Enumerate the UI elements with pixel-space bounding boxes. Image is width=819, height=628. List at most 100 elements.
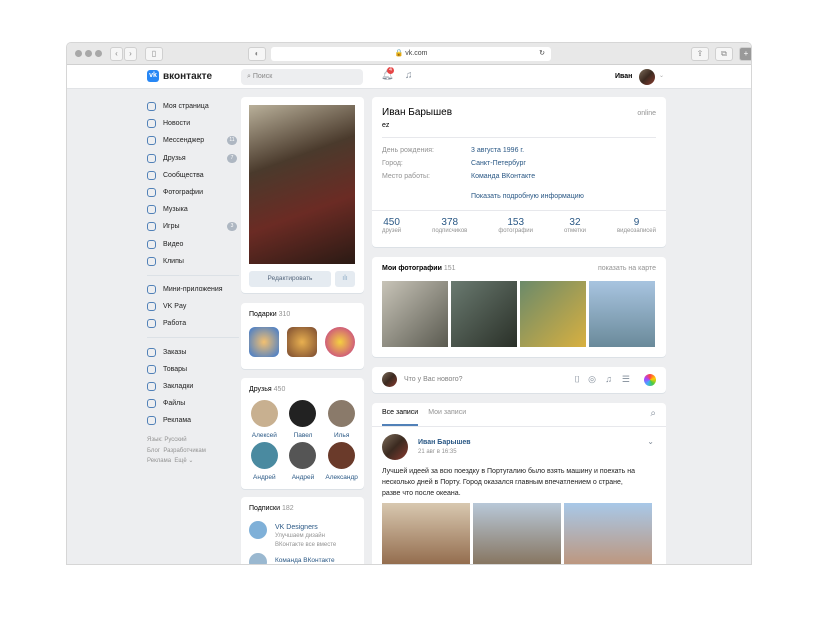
ads-link[interactable]: Реклама [147,458,171,464]
photo-thumbnail[interactable] [520,281,586,347]
profile-status[interactable]: ez [382,122,389,129]
chevron-down-icon[interactable]: ⌄ [647,437,654,446]
sidebar-item[interactable]: Новости [147,115,239,132]
friend-item[interactable]: Андрей [284,442,323,481]
search-input[interactable]: ⌕ Поиск [241,69,363,85]
post-photo[interactable] [473,503,561,564]
chevron-down-icon[interactable]: ⌄ [659,72,664,79]
developers-link[interactable]: Разработчикам [163,448,206,454]
share-icon[interactable]: ⇪ [691,47,709,61]
gift-image[interactable] [325,327,355,357]
friend-name: Илья [333,432,350,439]
post-photo[interactable] [382,503,470,564]
article-icon[interactable]: ☰ [622,374,630,385]
author-avatar[interactable] [382,434,408,460]
close-dot[interactable] [75,50,82,57]
search-icon[interactable]: ⌕ [650,408,656,419]
address-bar[interactable]: 🔒 vk.com ↻ [271,47,551,61]
sidebar-item[interactable]: Музыка [147,201,239,218]
post-photo[interactable] [564,503,652,564]
music-icon[interactable]: ♫ [405,70,413,81]
video-icon[interactable]: ◎ [588,374,596,385]
friend-item[interactable]: Андрей [245,442,284,481]
info-value[interactable]: 3 августа 1996 г. [471,147,524,160]
sidebar-item-count: 3 [227,222,237,232]
profile-photo[interactable] [249,105,355,264]
info-value[interactable]: Санкт-Петербург [471,160,526,173]
post-date[interactable]: 21 авг в 16:35 [418,449,457,455]
group-avatar[interactable] [249,553,267,564]
sidebar-item[interactable]: VK Pay [147,298,239,315]
friends-title[interactable]: Друзья [249,386,272,393]
music-icon[interactable]: ♫ [605,374,612,384]
sidebar-item[interactable]: Закладки [147,378,239,395]
friend-item[interactable]: Александр [322,442,361,481]
sidebar-item[interactable]: Товары [147,361,239,378]
back-icon[interactable]: ‹ [110,47,123,61]
show-more-info-link[interactable]: Показать подробную информацию [471,193,584,200]
forward-icon[interactable]: › [124,47,137,61]
privacy-icon[interactable]: ◐ [248,47,266,61]
sidebar-toggle-icon[interactable]: ▯ [145,47,163,61]
friend-avatar [289,400,317,427]
friend-item[interactable]: Илья [322,400,361,439]
friend-item[interactable]: Павел [284,400,323,439]
gift-image[interactable] [249,327,279,357]
profile-counter[interactable]: 153 фотографии [498,217,533,234]
camera-icon[interactable]: ⌷ [575,374,580,385]
edit-profile-button[interactable]: Редактировать [249,271,331,287]
subs-title[interactable]: Подписки [249,505,280,512]
sidebar-item[interactable]: Клипы [147,253,239,270]
post-author[interactable]: Иван Барышев [418,439,471,446]
gifts-title[interactable]: Подарки [249,311,277,318]
sidebar-item[interactable]: Видео [147,236,239,253]
sidebar-item-icon [147,188,156,198]
sidebar-item[interactable]: Игры 3 [147,218,239,235]
tabs-icon[interactable]: ⧉ [715,47,733,61]
sidebar-item[interactable]: Друзья 7 [147,150,239,167]
friend-name: Андрей [291,474,315,481]
sidebar-item[interactable]: Работа [147,315,239,332]
stats-icon[interactable]: ılı [335,271,355,287]
photos-title[interactable]: Мои фотографии [382,265,442,272]
photo-thumbnail[interactable] [382,281,448,347]
group-avatar[interactable] [249,521,267,539]
reload-icon[interactable]: ↻ [539,47,545,61]
photos-card: Мои фотографии 151 показать на карте [372,257,666,357]
photo-thumbnail[interactable] [589,281,655,347]
info-value[interactable]: Команда ВКонтакте [471,173,535,186]
show-on-map-link[interactable]: показать на карте [598,265,656,272]
sidebar-item[interactable]: Реклама [147,412,239,429]
sidebar-item[interactable]: Файлы [147,395,239,412]
profile-counter[interactable]: 378 подписчиков [432,217,467,234]
profile-counter[interactable]: 450 друзей [382,217,401,234]
minimize-dot[interactable] [85,50,92,57]
sidebar-item[interactable]: Моя страница [147,98,239,115]
profile-counter[interactable]: 9 видеозаписей [617,217,656,234]
sidebar-item[interactable]: Мессенджер 11 [147,132,239,149]
composer-input[interactable]: Что у Вас нового? [404,376,463,383]
sidebar-item[interactable]: Сообщества [147,167,239,184]
new-tab-icon[interactable]: + [739,47,751,61]
gift-image[interactable] [287,327,317,357]
sidebar-item[interactable]: Фотографии [147,184,239,201]
friend-name: Александр [325,474,358,481]
user-name[interactable]: Иван [615,73,632,80]
group-name[interactable]: Команда ВКонтакте [275,557,335,564]
blog-link[interactable]: Блог [147,448,160,454]
sidebar-item-icon [147,153,156,163]
tab-my-posts[interactable]: Мои записи [428,409,466,426]
language-link[interactable]: Язык: Русский [147,435,239,446]
more-link[interactable]: Ещё ⌄ [174,458,193,464]
group-name[interactable]: VK Designers [275,523,336,532]
color-picker-icon[interactable] [644,374,656,386]
profile-counter[interactable]: 32 отметки [564,217,586,234]
user-avatar[interactable] [639,69,655,85]
friend-item[interactable]: Алексей [245,400,284,439]
vk-logo[interactable]: vk вконтакте [147,70,212,82]
sidebar-item[interactable]: Мини-приложения [147,281,239,298]
photo-thumbnail[interactable] [451,281,517,347]
tab-all-posts[interactable]: Все записи [382,409,419,426]
sidebar-item[interactable]: Заказы [147,343,239,360]
zoom-dot[interactable] [95,50,102,57]
